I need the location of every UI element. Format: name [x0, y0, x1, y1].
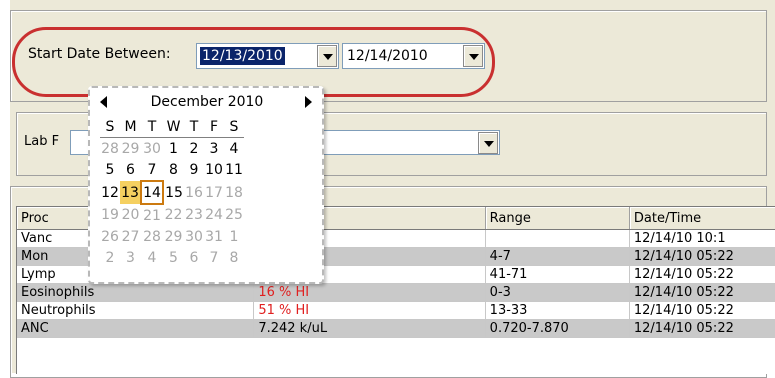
calendar-day[interactable]: 21 [141, 204, 163, 226]
prev-month-arrow-icon[interactable] [100, 96, 107, 108]
lab-results-window: Start Date Between: 12/13/2010 12/14/201… [10, 0, 775, 378]
calendar-day[interactable]: 25 [224, 204, 244, 226]
calendar-day[interactable]: 5 [163, 247, 184, 268]
calendar-day[interactable]: 3 [204, 138, 224, 160]
calendar-day[interactable]: 1 [163, 138, 184, 160]
end-date-dropdown[interactable]: 12/14/2010 [342, 43, 485, 69]
calendar-day[interactable]: 22 [163, 204, 184, 226]
calendar-day[interactable]: 8 [224, 247, 244, 268]
calendar-day[interactable]: 23 [184, 204, 204, 226]
calendar-week-row: 5 6 7 8 9 10 11 [100, 159, 244, 181]
weekday-label: S [100, 116, 120, 138]
column-header-date-time[interactable]: Date/Time [629, 207, 775, 230]
table-row[interactable]: Eosinophils 16 % HI 0-3 12/14/10 05:22 [17, 283, 775, 302]
calendar-day-grid: S M T W T F S 28 29 30 1 2 3 4 5 6 7 8 9… [100, 116, 244, 268]
calendar-day[interactable]: 4 [224, 138, 244, 160]
weekday-label: W [163, 116, 184, 138]
calendar-day[interactable]: 2 [184, 138, 204, 160]
procedure-cell: ANC [17, 319, 255, 338]
calendar-day[interactable]: 6 [120, 159, 141, 181]
column-header-range[interactable]: Range [485, 207, 630, 230]
calendar-day[interactable]: 6 [184, 247, 204, 268]
calendar-day-today[interactable]: 13 [120, 181, 141, 204]
table-row[interactable]: Neutrophils 51 % HI 13-33 12/14/10 05:22 [17, 301, 775, 320]
weekday-label: S [224, 116, 244, 138]
calendar-day[interactable]: 28 [100, 138, 120, 160]
weekday-header-row: S M T W T F S [100, 116, 244, 138]
lab-filter-dropdown-arrow-icon[interactable] [478, 132, 498, 154]
calendar-week-row: 19 20 21 22 23 24 25 [100, 204, 244, 226]
calendar-day[interactable]: 30 [184, 226, 204, 247]
next-month-arrow-icon[interactable] [305, 96, 312, 108]
range-cell [485, 229, 630, 248]
calendar-day[interactable]: 9 [184, 159, 204, 181]
calendar-week-row: 2 3 4 5 6 7 8 [100, 247, 244, 268]
weekday-label: F [204, 116, 224, 138]
calendar-day[interactable]: 5 [100, 159, 120, 181]
calendar-header: December 2010 [90, 94, 322, 114]
date-time-cell: 12/14/10 05:22 [629, 301, 775, 320]
table-row[interactable]: ANC 7.242 k/uL 0.720-7.870 12/14/10 05:2… [17, 319, 775, 338]
result-cell: 16 % HI [253, 283, 486, 302]
date-time-cell: 12/14/10 05:22 [629, 283, 775, 302]
calendar-month-title: December 2010 [150, 94, 264, 110]
calendar-day[interactable]: 27 [120, 226, 141, 247]
calendar-day[interactable]: 7 [204, 247, 224, 268]
start-date-label: Start Date Between: [28, 46, 171, 62]
date-picker-calendar[interactable]: December 2010 S M T W T F S 28 29 30 1 2… [88, 86, 324, 284]
calendar-day[interactable]: 17 [204, 181, 224, 204]
weekday-label: T [184, 116, 204, 138]
range-cell: 4-7 [485, 247, 630, 266]
calendar-day[interactable]: 28 [141, 226, 163, 247]
calendar-day[interactable]: 12 [100, 181, 120, 204]
range-cell: 41-71 [485, 265, 630, 284]
calendar-day[interactable]: 15 [163, 181, 184, 204]
date-time-cell: 12/14/10 10:1 [629, 229, 775, 248]
range-cell: 0-3 [485, 283, 630, 302]
start-date-value[interactable]: 12/13/2010 [200, 47, 285, 65]
calendar-day[interactable]: 20 [120, 204, 141, 226]
procedure-cell: Eosinophils [17, 283, 255, 302]
lab-filter-label: Lab F [24, 134, 60, 149]
calendar-day[interactable]: 24 [204, 204, 224, 226]
calendar-day[interactable]: 2 [100, 247, 120, 268]
date-time-cell: 12/14/10 05:22 [629, 247, 775, 266]
date-time-cell: 12/14/10 05:22 [629, 319, 775, 338]
result-cell: 7.242 k/uL [253, 319, 486, 338]
calendar-day[interactable]: 4 [141, 247, 163, 268]
end-date-value[interactable]: 12/14/2010 [347, 47, 428, 65]
calendar-day[interactable]: 7 [141, 159, 163, 181]
calendar-day-selected[interactable]: 14 [140, 180, 164, 205]
weekday-label: T [141, 116, 163, 138]
calendar-week-row: 12 13 14 15 16 17 18 [100, 180, 244, 205]
end-date-dropdown-arrow-icon[interactable] [463, 45, 483, 67]
calendar-day[interactable]: 29 [163, 226, 184, 247]
calendar-day[interactable]: 1 [224, 226, 244, 247]
start-date-dropdown-arrow-icon[interactable] [317, 45, 337, 67]
calendar-day[interactable]: 30 [141, 138, 163, 160]
calendar-day[interactable]: 29 [120, 138, 141, 160]
calendar-day[interactable]: 18 [224, 181, 244, 204]
calendar-day[interactable]: 19 [100, 204, 120, 226]
calendar-day[interactable]: 26 [100, 226, 120, 247]
calendar-day[interactable]: 11 [224, 159, 244, 181]
calendar-day[interactable]: 10 [204, 159, 224, 181]
calendar-day[interactable]: 3 [120, 247, 141, 268]
start-date-dropdown[interactable]: 12/13/2010 [196, 43, 339, 69]
calendar-day[interactable]: 16 [184, 181, 204, 204]
calendar-day[interactable]: 31 [204, 226, 224, 247]
procedure-cell: Neutrophils [17, 301, 255, 320]
weekday-label: M [120, 116, 141, 138]
result-cell: 51 % HI [253, 301, 486, 320]
range-cell: 0.720-7.870 [485, 319, 630, 338]
calendar-day[interactable]: 8 [163, 159, 184, 181]
calendar-week-row: 28 29 30 1 2 3 4 [100, 138, 244, 160]
range-cell: 13-33 [485, 301, 630, 320]
date-time-cell: 12/14/10 05:22 [629, 265, 775, 284]
calendar-week-row: 26 27 28 29 30 31 1 [100, 226, 244, 247]
